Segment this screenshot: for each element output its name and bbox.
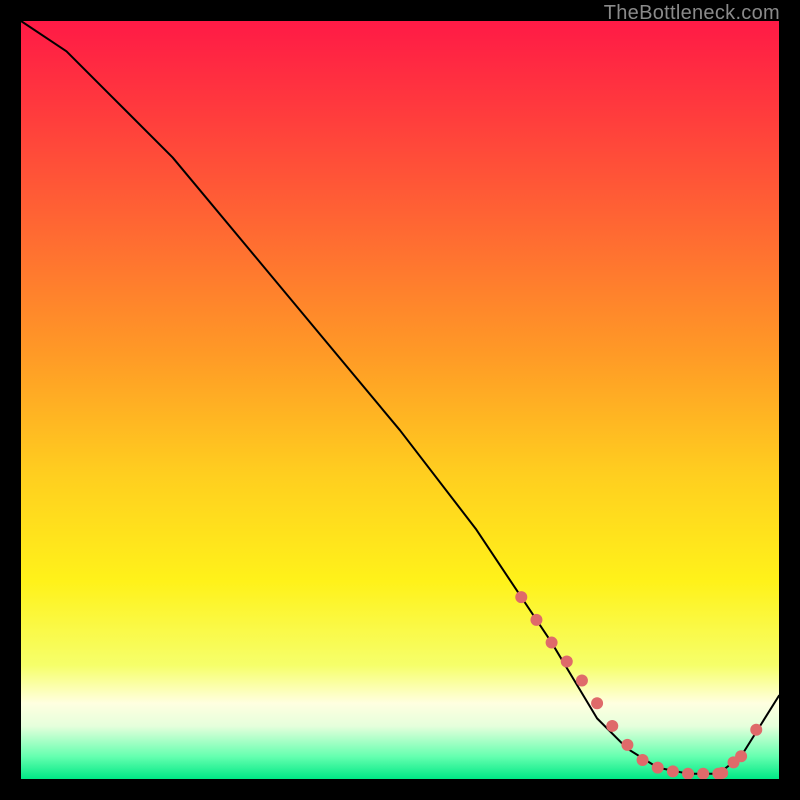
data-point <box>621 739 633 751</box>
plot-area <box>21 21 779 779</box>
data-point <box>735 750 747 762</box>
data-point <box>546 637 558 649</box>
data-point <box>652 762 664 774</box>
data-point <box>530 614 542 626</box>
data-point <box>591 697 603 709</box>
data-point <box>716 767 728 779</box>
data-point <box>561 656 573 668</box>
data-point <box>606 720 618 732</box>
data-point <box>515 591 527 603</box>
plot-svg <box>21 21 779 779</box>
gradient-background <box>21 21 779 779</box>
watermark-text: TheBottleneck.com <box>604 2 780 25</box>
data-point <box>667 765 679 777</box>
data-point <box>576 674 588 686</box>
chart-stage: TheBottleneck.com <box>0 0 800 800</box>
data-point <box>750 724 762 736</box>
data-point <box>637 754 649 766</box>
